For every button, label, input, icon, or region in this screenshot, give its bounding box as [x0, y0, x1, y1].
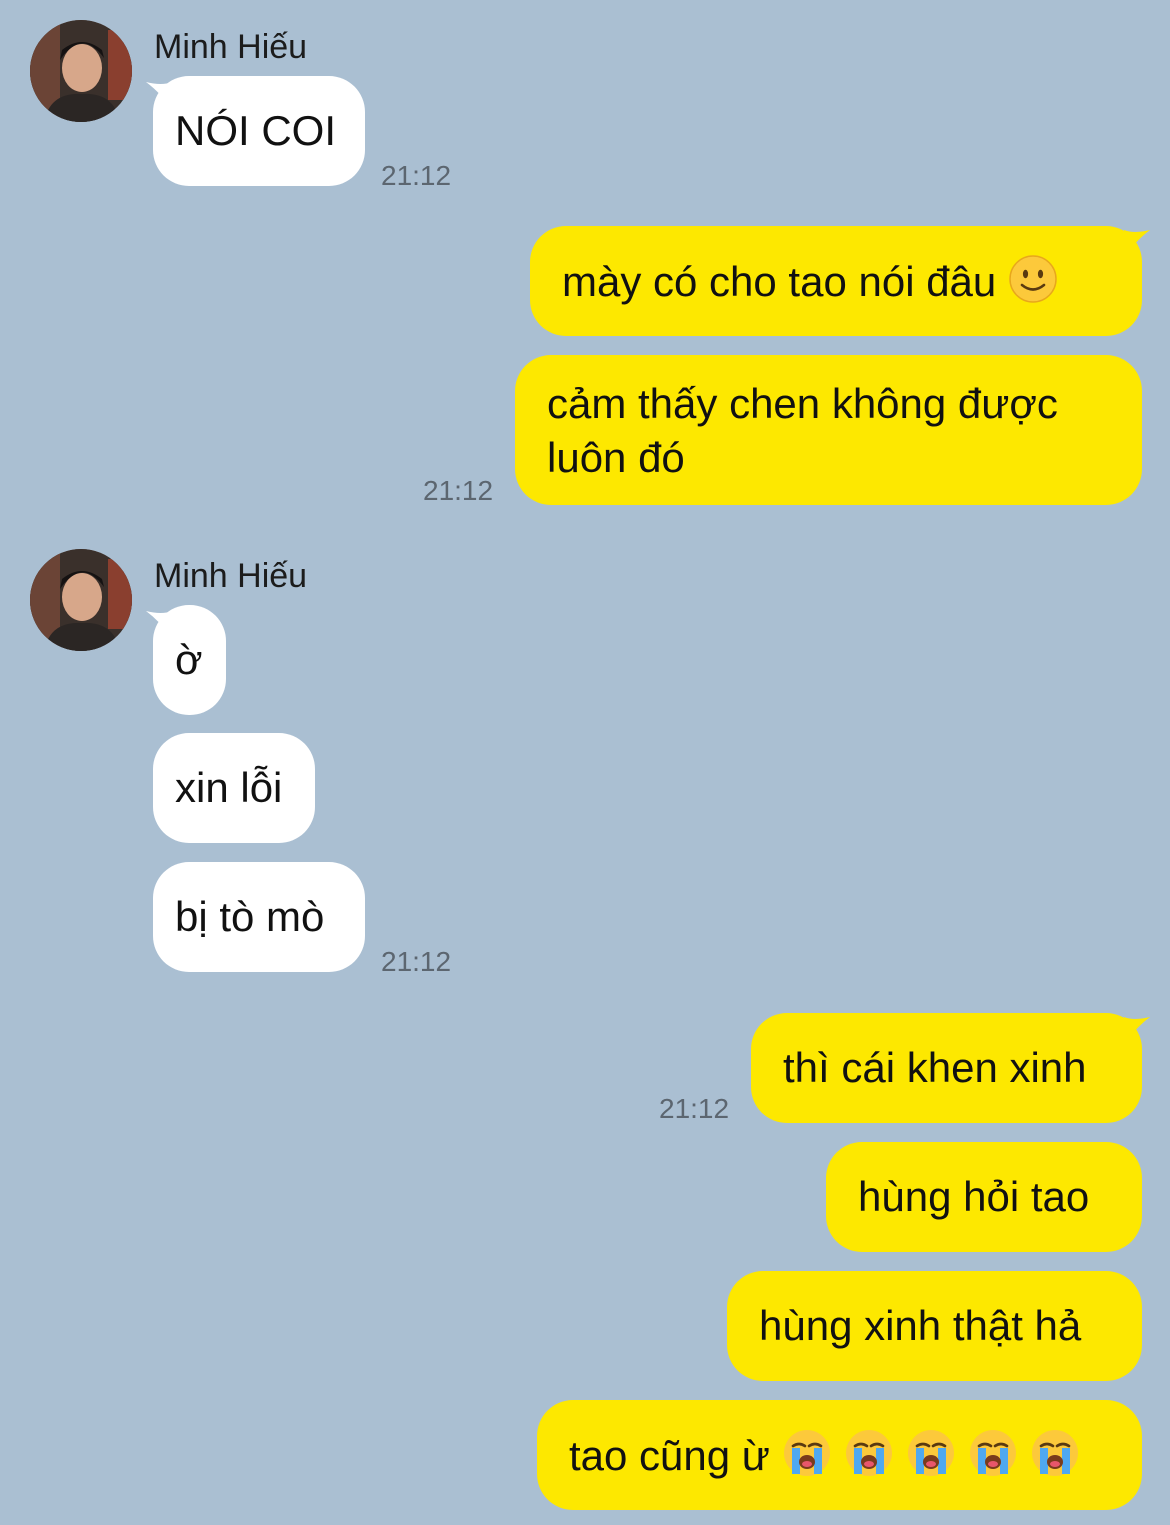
message-bubble-outgoing[interactable]: cảm thấy chen không được luôn đó: [515, 355, 1142, 505]
loudly-crying-face-icon: [906, 1428, 956, 1478]
loudly-crying-face-icon: [968, 1428, 1018, 1478]
loudly-crying-face-icon: [844, 1428, 894, 1478]
sender-name: Minh Hiếu: [154, 28, 308, 66]
message-timestamp: 21:12: [659, 1093, 730, 1124]
contact-avatar[interactable]: [30, 549, 132, 651]
message-bubble-incoming[interactable]: xin lỗi: [153, 733, 315, 843]
loudly-crying-face-icon: [1030, 1428, 1080, 1478]
avatar-photo-icon: [30, 20, 132, 122]
message-bubble-outgoing[interactable]: tao cũng ừ: [537, 1400, 1142, 1510]
message-bubble-outgoing[interactable]: mày có cho tao nói đâu: [530, 226, 1142, 336]
contact-avatar[interactable]: [30, 20, 132, 122]
message-text-line: cảm thấy chen không được: [547, 380, 1058, 427]
message-text: ờ: [175, 636, 203, 683]
message-text: hùng xinh thật hả: [759, 1302, 1082, 1349]
message-text: NÓI COI: [175, 107, 337, 154]
chat-background: Minh Hiếu NÓI COI 21:12 mày có cho tao n…: [0, 0, 1170, 1525]
message-text: thì cái khen xinh: [783, 1044, 1087, 1091]
message-text: tao cũng ừ: [569, 1432, 770, 1479]
message-text-line: luôn đó: [547, 434, 685, 481]
message-text: hùng hỏi tao: [858, 1173, 1090, 1220]
message-timestamp: 21:12: [423, 475, 494, 506]
message-bubble-incoming[interactable]: NÓI COI: [153, 76, 365, 186]
message-bubble-outgoing[interactable]: hùng xinh thật hả: [727, 1271, 1142, 1381]
message-timestamp: 21:12: [381, 160, 452, 191]
sender-name: Minh Hiếu: [154, 557, 308, 595]
avatar-photo-icon: [30, 549, 132, 651]
slightly-smiling-face-icon: [1008, 254, 1058, 304]
message-bubble-incoming[interactable]: bị tò mò: [153, 862, 365, 972]
message-timestamp: 21:12: [381, 946, 452, 977]
message-bubble-incoming[interactable]: ờ: [153, 605, 226, 715]
message-text: xin lỗi: [175, 764, 283, 811]
message-text: bị tò mò: [175, 893, 325, 940]
loudly-crying-face-icon: [782, 1428, 832, 1478]
message-bubble-outgoing[interactable]: hùng hỏi tao: [826, 1142, 1142, 1252]
message-bubble-outgoing[interactable]: thì cái khen xinh: [751, 1013, 1142, 1123]
message-text: mày có cho tao nói đâu: [562, 258, 997, 305]
